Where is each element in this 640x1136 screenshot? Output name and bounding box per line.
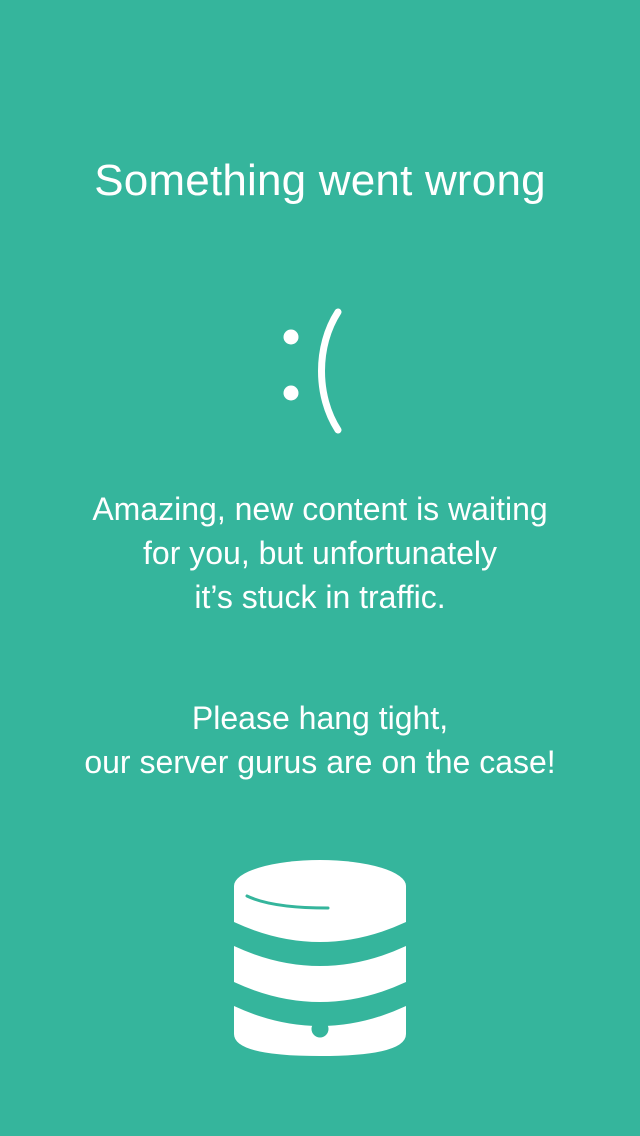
error-message-primary: Amazing, new content is waiting for you,… <box>0 487 640 619</box>
message-primary-line: it’s stuck in traffic. <box>194 579 446 615</box>
sad-face-icon <box>0 304 640 444</box>
error-title: Something went wrong <box>94 156 546 205</box>
message-primary-line: Amazing, new content is waiting <box>92 491 548 527</box>
error-screen: Something went wrong Amazing, new conten… <box>0 0 640 1136</box>
error-message-secondary: Please hang tight, our server gurus are … <box>0 696 640 784</box>
message-primary-line: for you, but unfortunately <box>143 535 497 571</box>
message-secondary-line: Please hang tight, <box>191 700 449 736</box>
database-server-icon <box>232 858 408 1058</box>
message-secondary-line: our server gurus are on the case! <box>84 744 556 780</box>
